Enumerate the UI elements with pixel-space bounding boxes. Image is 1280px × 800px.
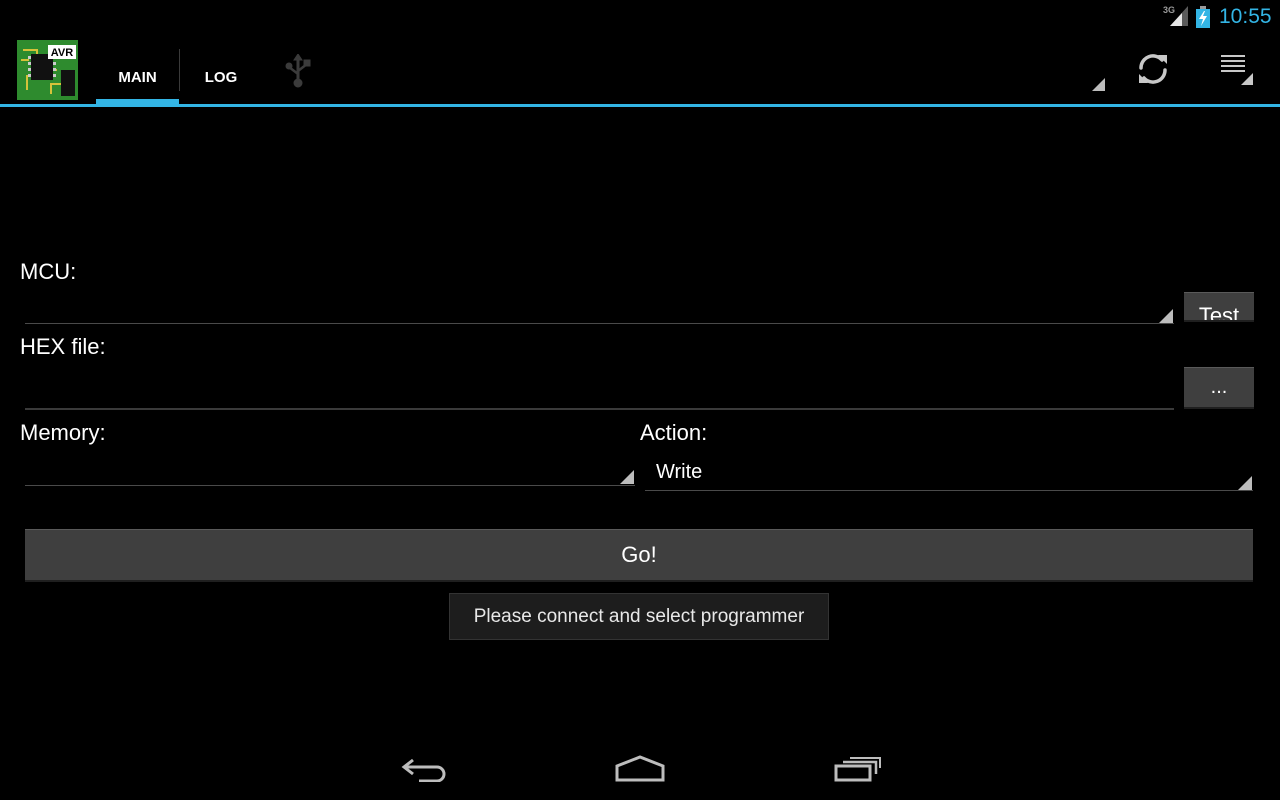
app-icon-text: AVR xyxy=(51,47,73,59)
memory-spinner-arrow-icon xyxy=(620,470,634,484)
memory-spinner-underline xyxy=(25,485,635,486)
action-spinner[interactable] xyxy=(645,452,1253,491)
tab-divider xyxy=(179,49,180,91)
tab-log[interactable]: LOG xyxy=(181,48,261,106)
hex-file-label: HEX file: xyxy=(20,334,106,359)
signal-icon xyxy=(1170,6,1188,26)
account-spinner-arrow-icon[interactable] xyxy=(1092,78,1105,91)
action-spinner-arrow-icon xyxy=(1238,476,1252,490)
tab-main[interactable]: MAIN xyxy=(96,48,179,106)
status-bar: 3G 10:55 xyxy=(0,0,1280,33)
refresh-icon[interactable] xyxy=(1134,50,1172,88)
toast-message: Please connect and select programmer xyxy=(449,593,829,640)
hex-file-input[interactable] xyxy=(25,365,1174,409)
mcu-spinner-arrow-icon xyxy=(1159,309,1173,323)
memory-spinner[interactable] xyxy=(25,452,635,486)
memory-label: Memory: xyxy=(20,420,106,445)
browse-hex-button[interactable]: ... xyxy=(1184,367,1254,409)
clock: 10:55 xyxy=(1219,5,1272,28)
battery-charging-icon xyxy=(1196,6,1210,28)
action-spinner-underline xyxy=(645,490,1253,491)
mcu-spinner[interactable] xyxy=(25,290,1174,324)
action-value: Write xyxy=(656,461,703,483)
tab-main-indicator xyxy=(96,99,179,105)
hex-file-underline xyxy=(25,408,1174,410)
avr-chip-app-icon[interactable]: AVR xyxy=(17,40,78,100)
mcu-spinner-underline xyxy=(25,323,1174,324)
test-button[interactable]: Test xyxy=(1184,292,1254,322)
back-icon[interactable] xyxy=(401,756,447,782)
screen: 3G 10:55 AVR MAIN LOG MCU: Test HEX file… xyxy=(0,0,1280,800)
overflow-menu-icon[interactable] xyxy=(1219,53,1255,87)
home-icon[interactable] xyxy=(615,755,665,783)
mcu-label: MCU: xyxy=(20,259,77,284)
usb-icon[interactable] xyxy=(285,54,311,88)
action-label: Action: xyxy=(640,420,708,445)
recent-apps-icon[interactable] xyxy=(834,756,882,782)
go-button[interactable]: Go! xyxy=(25,529,1253,582)
